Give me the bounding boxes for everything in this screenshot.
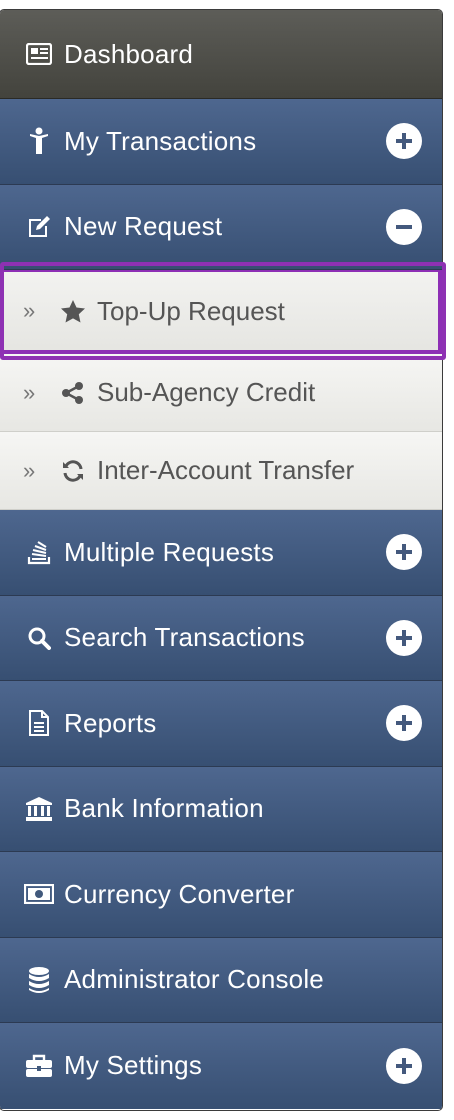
menu-item-label: Search Transactions <box>64 622 305 653</box>
menu-item-label: Dashboard <box>64 38 193 69</box>
expand-plus-icon[interactable] <box>386 123 422 160</box>
search-icon <box>24 623 54 653</box>
menu-item-my-transactions[interactable]: My Transactions <box>0 99 442 185</box>
bank-icon <box>24 794 54 824</box>
menu-item-multiple-requests[interactable]: Multiple Requests <box>0 510 442 596</box>
expand-plus-icon[interactable] <box>386 534 422 571</box>
person-icon <box>24 126 54 156</box>
menu-item-label: Multiple Requests <box>64 536 275 567</box>
menu-item-search-transactions[interactable]: Search Transactions <box>0 595 442 681</box>
menu-item-label: My Settings <box>64 1050 203 1081</box>
submenu-item-top-up-request[interactable]: » Top-Up Request <box>0 268 442 354</box>
star-icon <box>59 297 87 325</box>
raquo-marker: » <box>23 379 36 405</box>
menu-item-reports[interactable]: Reports <box>0 681 442 767</box>
menu-item-label: New Request <box>64 211 223 242</box>
expand-plus-icon[interactable] <box>386 1047 422 1084</box>
menu-item-administrator-console[interactable]: Administrator Console <box>0 937 442 1023</box>
menu-item-label: Currency Converter <box>64 878 295 909</box>
collapse-minus-icon[interactable] <box>386 208 422 245</box>
menu-item-label: Administrator Console <box>64 964 324 995</box>
submenu-item-label: Sub-Agency Credit <box>97 377 316 407</box>
menu-item-dashboard[interactable]: Dashboard <box>0 10 442 99</box>
submenu-item-label: Inter-Account Transfer <box>97 455 355 485</box>
menu-item-label: Reports <box>64 707 157 738</box>
stack-icon <box>24 537 54 567</box>
money-icon <box>24 879 54 909</box>
dashboard-icon <box>24 39 54 69</box>
menu-item-bank-information[interactable]: Bank Information <box>0 766 442 852</box>
menu-item-label: Bank Information <box>64 793 264 824</box>
menu-item-label: My Transactions <box>64 125 257 156</box>
submenu-item-inter-account-transfer[interactable]: » Inter-Account Transfer <box>0 432 442 510</box>
menu-item-currency-converter[interactable]: Currency Converter <box>0 852 442 938</box>
expand-plus-icon[interactable] <box>386 705 422 742</box>
raquo-marker: » <box>23 298 36 323</box>
database-icon <box>24 965 54 995</box>
raquo-marker: » <box>23 457 36 483</box>
side-menu: Dashboard My Transactions New Request » … <box>0 10 442 1110</box>
refresh-icon <box>59 457 87 485</box>
menu-item-new-request[interactable]: New Request <box>0 184 442 270</box>
expand-plus-icon[interactable] <box>386 619 422 656</box>
briefcase-icon <box>24 1051 54 1081</box>
edit-icon <box>24 212 54 242</box>
share-icon <box>59 379 87 407</box>
document-icon <box>24 708 54 738</box>
submenu-item-sub-agency-credit[interactable]: » Sub-Agency Credit <box>0 354 442 432</box>
menu-item-my-settings[interactable]: My Settings <box>0 1023 442 1109</box>
submenu-item-label: Top-Up Request <box>97 295 285 326</box>
